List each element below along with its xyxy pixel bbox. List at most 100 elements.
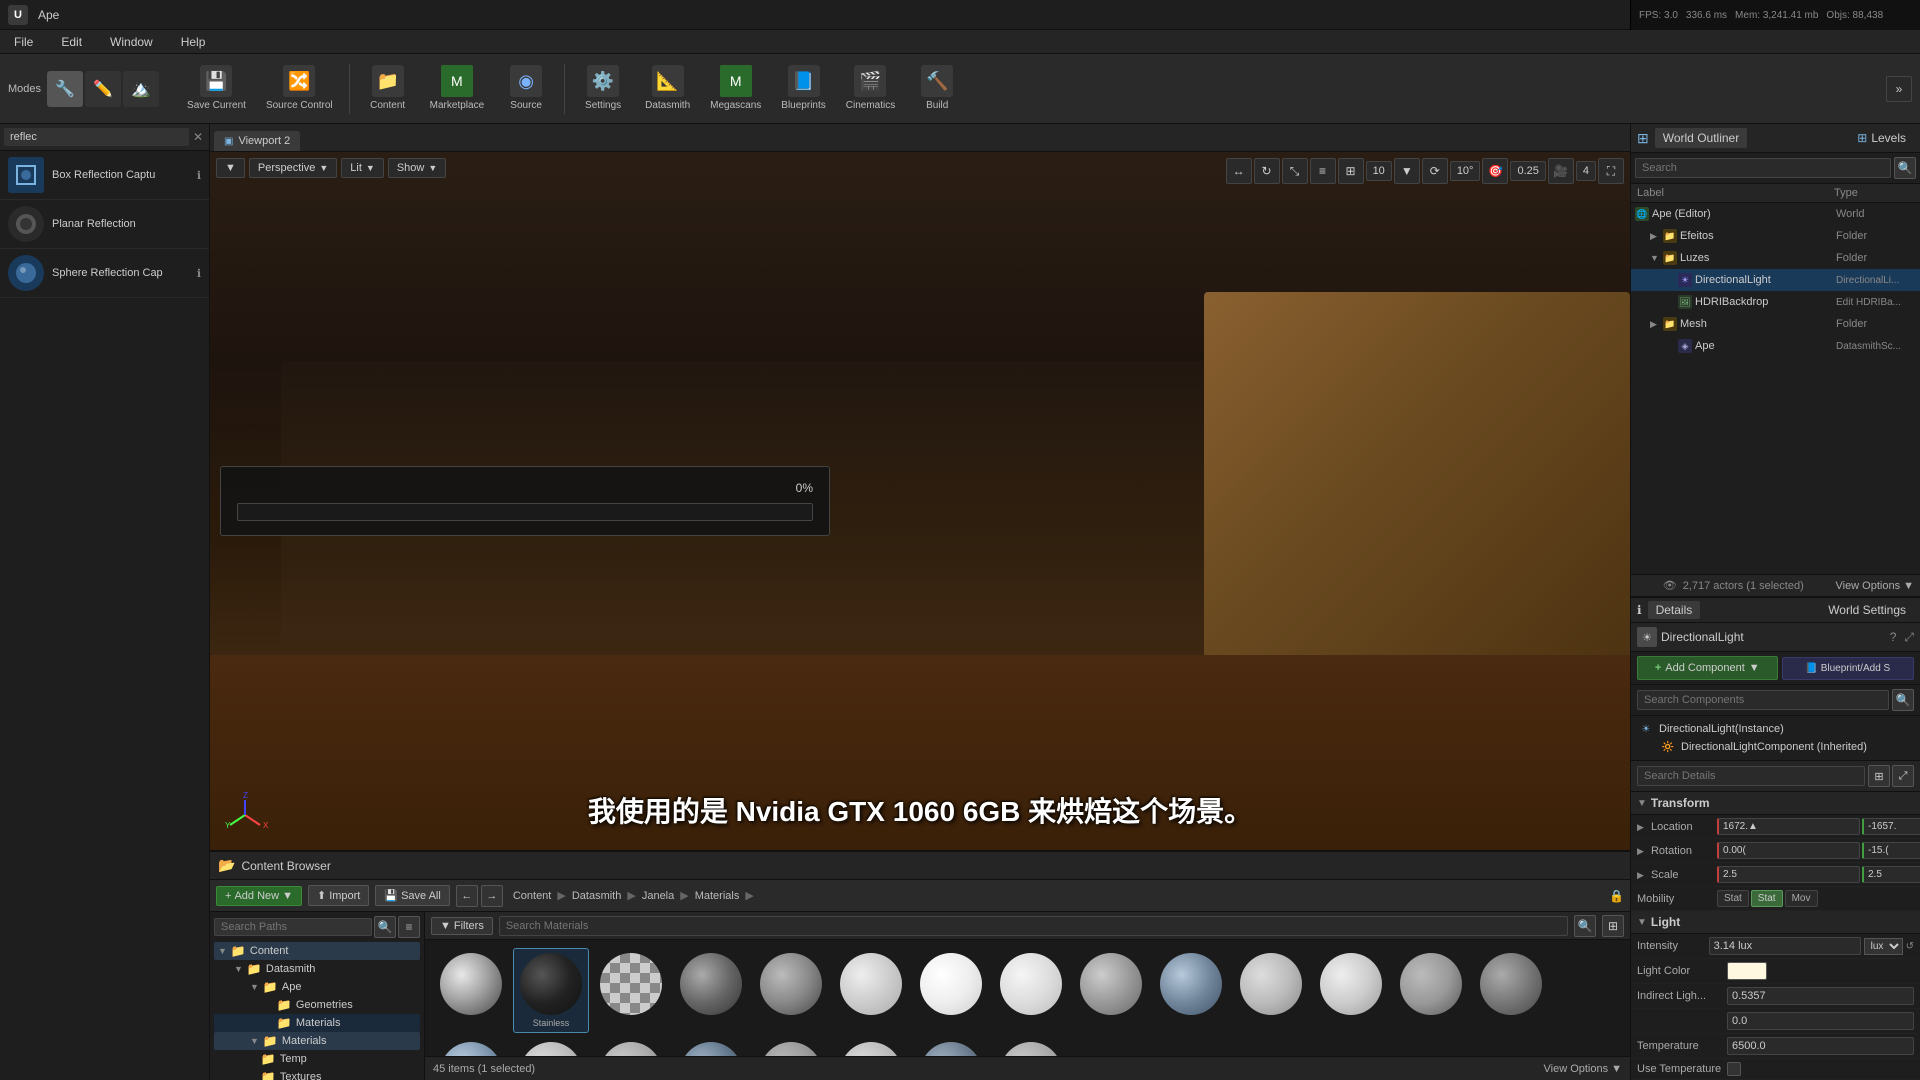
folder-geometries[interactable]: ▶ 📁 Geometries	[214, 996, 420, 1014]
camera-speed[interactable]: 🎥	[1548, 158, 1574, 184]
material-item-row2-3[interactable]	[673, 1037, 749, 1056]
material-item-2[interactable]	[593, 948, 669, 1033]
transform-section-header[interactable]: ▼ Transform	[1631, 792, 1920, 815]
maximize-viewport[interactable]: ⛶	[1598, 158, 1624, 184]
folder-temp[interactable]: ▶ 📁 Temp	[214, 1050, 420, 1068]
list-item-planar-reflection[interactable]: Planar Reflection	[0, 200, 209, 249]
material-item-row2-4[interactable]	[753, 1037, 829, 1056]
outliner-item-efeitos[interactable]: ▶ 📁 Efeitos Folder	[1631, 225, 1920, 247]
folder-view-toggle[interactable]: ≡	[398, 916, 420, 938]
scale-snap-value[interactable]: 0.25	[1510, 161, 1545, 181]
material-item-6[interactable]	[913, 948, 989, 1033]
snap-icon[interactable]: 🎯	[1482, 158, 1508, 184]
rotation-x[interactable]	[1717, 842, 1860, 859]
material-item-11[interactable]	[1313, 948, 1389, 1033]
nav-forward-button[interactable]: →	[481, 885, 503, 907]
indirect-input2[interactable]	[1727, 1012, 1914, 1030]
search-paths-button[interactable]: 🔍	[374, 916, 396, 938]
levels-tab[interactable]: ⊞ Levels	[1849, 128, 1914, 148]
folder-datasmith[interactable]: ▼ 📁 Datasmith	[214, 960, 420, 978]
scale-y[interactable]	[1862, 866, 1920, 883]
datasmith-button[interactable]: 📐 Datasmith	[637, 59, 698, 119]
settings-button[interactable]: ⚙️ Settings	[573, 59, 633, 119]
material-item-row2-7[interactable]	[993, 1037, 1069, 1056]
material-item-7[interactable]	[993, 948, 1069, 1033]
material-item-1[interactable]: Stainless	[513, 948, 589, 1033]
light-section-header[interactable]: ▼ Light	[1631, 911, 1920, 934]
outliner-item-luzes[interactable]: ▼ 📁 Luzes Folder	[1631, 247, 1920, 269]
world-settings-button[interactable]: World Settings	[1820, 601, 1914, 619]
material-item-5[interactable]	[833, 948, 909, 1033]
material-item-row2-2[interactable]	[593, 1037, 669, 1056]
rotation-y[interactable]	[1862, 842, 1920, 859]
details-expand-button[interactable]: ⤢	[1892, 765, 1914, 787]
intensity-unit-select[interactable]: lux	[1864, 938, 1903, 955]
blueprint-button[interactable]: 📘 Blueprint/Add S	[1782, 657, 1915, 680]
add-new-button[interactable]: + Add New ▼	[216, 886, 302, 906]
scale-tool[interactable]: ⤡	[1282, 158, 1308, 184]
use-temperature-checkbox[interactable]	[1727, 1062, 1741, 1076]
nav-back-button[interactable]: ←	[456, 885, 478, 907]
build-button[interactable]: 🔨 Build	[907, 59, 967, 119]
material-item-row2-1[interactable]	[513, 1037, 589, 1056]
movable-button[interactable]: Mov	[1785, 890, 1818, 907]
rotation-snap[interactable]: ⟳	[1422, 158, 1448, 184]
view-toggle-button[interactable]: ⊞	[1602, 915, 1624, 937]
scale-x[interactable]	[1717, 866, 1860, 883]
comp-search-button[interactable]: 🔍	[1892, 689, 1914, 711]
search-details-input[interactable]	[1637, 766, 1865, 786]
view-options-button[interactable]: View Options ▼	[1544, 1063, 1623, 1075]
folder-materials-ape[interactable]: ▶ 📁 Materials	[214, 1014, 420, 1032]
menu-file[interactable]: File	[8, 33, 39, 51]
lock-button[interactable]: 🔒	[1609, 889, 1624, 903]
import-button[interactable]: ⬆ Import	[308, 885, 369, 906]
translate-tool[interactable]: ↔	[1226, 158, 1252, 184]
material-item-10[interactable]	[1233, 948, 1309, 1033]
location-y[interactable]	[1862, 818, 1920, 835]
marketplace-button[interactable]: M Marketplace	[422, 59, 492, 119]
viewport[interactable]: ▼ Perspective ▼ Lit ▼ Show ▼ ↔ ↻	[210, 152, 1630, 850]
stationary-button[interactable]: Stat	[1751, 890, 1783, 907]
outliner-item-ape[interactable]: ▶ ◈ Ape DatasmithSc...	[1631, 335, 1920, 357]
folder-ape[interactable]: ▼ 📁 Ape	[214, 978, 420, 996]
material-item-0[interactable]	[433, 948, 509, 1033]
list-item-sphere-reflection[interactable]: Sphere Reflection Cap ℹ	[0, 249, 209, 298]
outliner-item-mesh[interactable]: ▶ 📁 Mesh Folder	[1631, 313, 1920, 335]
content-button[interactable]: 📁 Content	[358, 59, 418, 119]
mode-btn-2[interactable]: ✏️	[85, 71, 121, 107]
lit-button[interactable]: Lit ▼	[341, 158, 384, 178]
folder-expand[interactable]: ▶	[1650, 319, 1660, 330]
view-options-button[interactable]: View Options ▼	[1835, 580, 1914, 592]
static-button[interactable]: Stat	[1717, 890, 1749, 907]
source-button[interactable]: ◉ Source	[496, 59, 556, 119]
blueprints-button[interactable]: 📘 Blueprints	[773, 59, 833, 119]
search-button[interactable]: 🔍	[1574, 915, 1596, 937]
intensity-input[interactable]	[1709, 937, 1861, 955]
local-world-toggle[interactable]: ≡	[1310, 158, 1336, 184]
cinematics-button[interactable]: 🎬 Cinematics	[838, 59, 903, 119]
material-item-4[interactable]	[753, 948, 829, 1033]
outliner-item-ape-editor[interactable]: 🌐 Ape (Editor) World	[1631, 203, 1920, 225]
search-components-input[interactable]	[1637, 690, 1889, 710]
outliner-item-hdri[interactable]: ▶ 🖼 HDRIBackdrop Edit HDRIBa...	[1631, 291, 1920, 313]
mode-btn-3[interactable]: 🏔️	[123, 71, 159, 107]
perspective-button[interactable]: Perspective ▼	[249, 158, 337, 178]
material-item-3[interactable]	[673, 948, 749, 1033]
outliner-search-button[interactable]: 🔍	[1894, 157, 1916, 179]
comp-item-directional-light-inherited[interactable]: 🔆 DirectionalLightComponent (Inherited)	[1631, 738, 1920, 756]
menu-window[interactable]: Window	[104, 33, 159, 51]
toolbar-expand-button[interactable]: »	[1886, 76, 1912, 102]
outliner-item-directional-light[interactable]: ▶ ☀ DirectionalLight DirectionalLi...	[1631, 269, 1920, 291]
rotation-snap-value[interactable]: 10°	[1450, 161, 1481, 181]
viewport-menu-button[interactable]: ▼	[216, 158, 245, 178]
search-materials-input[interactable]	[499, 916, 1568, 936]
material-item-8[interactable]	[1073, 948, 1149, 1033]
material-item-9[interactable]	[1153, 948, 1229, 1033]
menu-edit[interactable]: Edit	[55, 33, 88, 51]
camera-speed-value[interactable]: 4	[1576, 161, 1596, 181]
surface-snapping[interactable]: ⊞	[1338, 158, 1364, 184]
mode-btn-1[interactable]: 🔧	[47, 71, 83, 107]
folder-expand[interactable]: ▶	[1650, 231, 1660, 242]
folder-content[interactable]: ▼ 📁 Content	[214, 942, 420, 960]
source-control-button[interactable]: 🔀 Source Control	[258, 59, 341, 119]
